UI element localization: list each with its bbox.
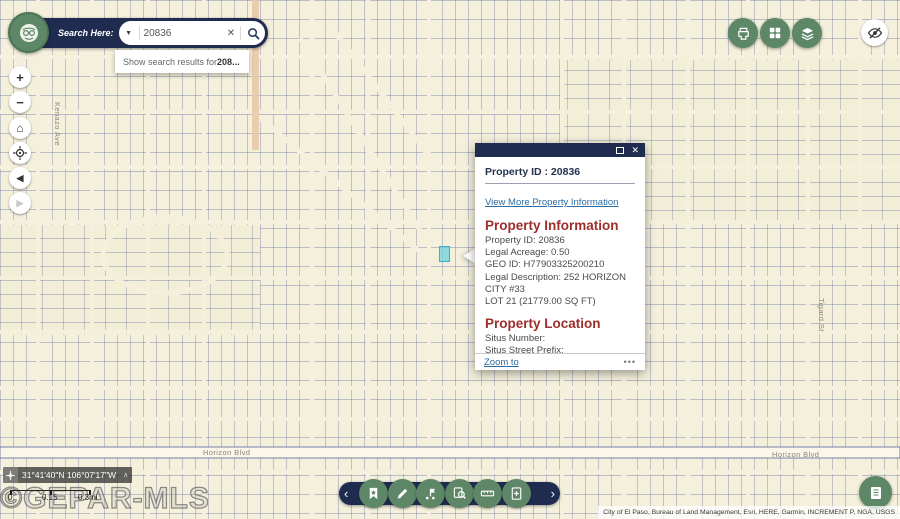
section-heading: Property Information bbox=[485, 218, 635, 233]
divider bbox=[485, 183, 635, 184]
caret-down-icon[interactable]: ▼ bbox=[119, 30, 139, 37]
basemap-gallery-button[interactable] bbox=[760, 18, 790, 48]
toolbar-next-button[interactable]: › bbox=[547, 482, 559, 505]
popup-footer: Zoom to ••• bbox=[475, 353, 645, 370]
draw-pencil-icon bbox=[395, 486, 410, 501]
my-location-button[interactable] bbox=[9, 142, 31, 164]
close-icon[interactable]: ✕ bbox=[631, 146, 639, 155]
mascot-logo-icon bbox=[17, 21, 41, 45]
identify-button[interactable] bbox=[445, 479, 474, 508]
next-extent-button[interactable]: ▶ bbox=[9, 192, 31, 214]
view-more-link[interactable]: View More Property Information bbox=[485, 197, 618, 208]
legend-icon bbox=[868, 485, 884, 501]
print-button[interactable] bbox=[728, 18, 758, 48]
basemap-grid-icon bbox=[768, 26, 782, 40]
coordinates-value: 31°41'40"N 106°07'17"W bbox=[22, 470, 116, 480]
bookmark-button[interactable] bbox=[359, 479, 388, 508]
chevron-up-icon[interactable]: ∧ bbox=[121, 471, 130, 479]
search-bar: Search Here: ▼ ✕ bbox=[28, 18, 268, 48]
scale-bar: 0 0.15 0.3mi bbox=[10, 487, 95, 501]
measure-button[interactable] bbox=[416, 479, 445, 508]
geo-id-line: GEO ID: H77903325200210 bbox=[485, 259, 635, 271]
scale-mid: 0.15 bbox=[42, 493, 58, 502]
arrow-left-icon: ◀ bbox=[17, 173, 24, 184]
hide-popups-button[interactable] bbox=[861, 19, 888, 46]
home-icon: ⌂ bbox=[16, 121, 23, 135]
map-canvas[interactable]: Horizon Blvd Horizon Blvd Tigard St Kena… bbox=[0, 0, 900, 519]
ruler-icon bbox=[480, 486, 495, 501]
scale-end: 0.3mi bbox=[78, 493, 98, 502]
street-label: Kenazo Ave bbox=[53, 102, 62, 146]
draw-button[interactable] bbox=[388, 479, 417, 508]
toolbar-prev-button[interactable]: ‹ bbox=[340, 482, 352, 505]
bottom-toolbar: ‹ › bbox=[339, 482, 560, 505]
search-input[interactable] bbox=[140, 28, 222, 39]
previous-extent-button[interactable]: ◀ bbox=[9, 167, 31, 189]
popup-body: Property ID : 20836 View More Property I… bbox=[475, 157, 645, 370]
property-id-line: Property ID: 20836 bbox=[485, 235, 635, 247]
street-label: Tigard St bbox=[817, 298, 826, 332]
minus-icon: − bbox=[16, 95, 24, 110]
suggestion-term: 208... bbox=[217, 57, 240, 67]
measure-flag-icon bbox=[423, 486, 438, 501]
arrow-right-icon: ▶ bbox=[17, 198, 24, 209]
more-actions-icon[interactable]: ••• bbox=[624, 357, 636, 367]
document-plus-icon bbox=[509, 486, 524, 501]
crosshair-icon[interactable] bbox=[3, 467, 18, 483]
coordinates-widget: 31°41'40"N 106°07'17"W ∧ bbox=[3, 467, 132, 483]
property-popup: ✕ Property ID : 20836 View More Property… bbox=[475, 143, 645, 370]
suggestion-text: Show search results for bbox=[123, 57, 217, 67]
search-box: ▼ ✕ bbox=[119, 21, 265, 45]
print-icon bbox=[736, 26, 751, 41]
bookmark-icon bbox=[366, 486, 381, 501]
identify-search-icon bbox=[452, 486, 467, 501]
lot-line: LOT 21 (21779.00 SQ FT) bbox=[485, 296, 635, 308]
parcel-basemap bbox=[0, 0, 900, 519]
situs-number-line: Situs Number: bbox=[485, 333, 635, 345]
search-suggestion[interactable]: Show search results for 208... bbox=[115, 50, 249, 73]
app-logo[interactable] bbox=[8, 12, 49, 53]
ruler-button[interactable] bbox=[473, 479, 502, 508]
section-heading: Property Location bbox=[485, 316, 635, 331]
street-label: Horizon Blvd bbox=[772, 450, 819, 459]
scale-start: 0 bbox=[8, 493, 12, 502]
street-label: Horizon Blvd bbox=[203, 448, 250, 457]
eye-off-icon bbox=[867, 25, 883, 41]
layers-icon bbox=[800, 26, 815, 41]
plus-icon: + bbox=[16, 70, 24, 85]
selected-parcel-highlight[interactable] bbox=[439, 246, 450, 262]
locate-icon bbox=[13, 146, 27, 160]
zoom-in-button[interactable]: + bbox=[9, 66, 31, 88]
clear-icon[interactable]: ✕ bbox=[222, 28, 240, 39]
legal-description-line: Legal Description: 252 HORIZON CITY #33 bbox=[485, 272, 635, 296]
home-extent-button[interactable]: ⌂ bbox=[9, 117, 31, 139]
maximize-icon[interactable] bbox=[616, 147, 624, 154]
search-icon[interactable] bbox=[241, 27, 265, 40]
map-viewer-app: Horizon Blvd Horizon Blvd Tigard St Kena… bbox=[0, 0, 900, 519]
legend-button[interactable] bbox=[859, 476, 892, 509]
zoom-out-button[interactable]: − bbox=[9, 91, 31, 113]
map-attribution: City of El Paso, Bureau of Land Manageme… bbox=[598, 506, 900, 519]
popup-title: Property ID : 20836 bbox=[485, 166, 635, 178]
layers-button[interactable] bbox=[792, 18, 822, 48]
zoom-to-link[interactable]: Zoom to bbox=[484, 357, 519, 368]
search-label: Search Here: bbox=[58, 28, 114, 38]
add-report-button[interactable] bbox=[502, 479, 531, 508]
popup-titlebar[interactable]: ✕ bbox=[475, 143, 645, 157]
legal-acreage-line: Legal Acreage: 0.50 bbox=[485, 247, 635, 259]
